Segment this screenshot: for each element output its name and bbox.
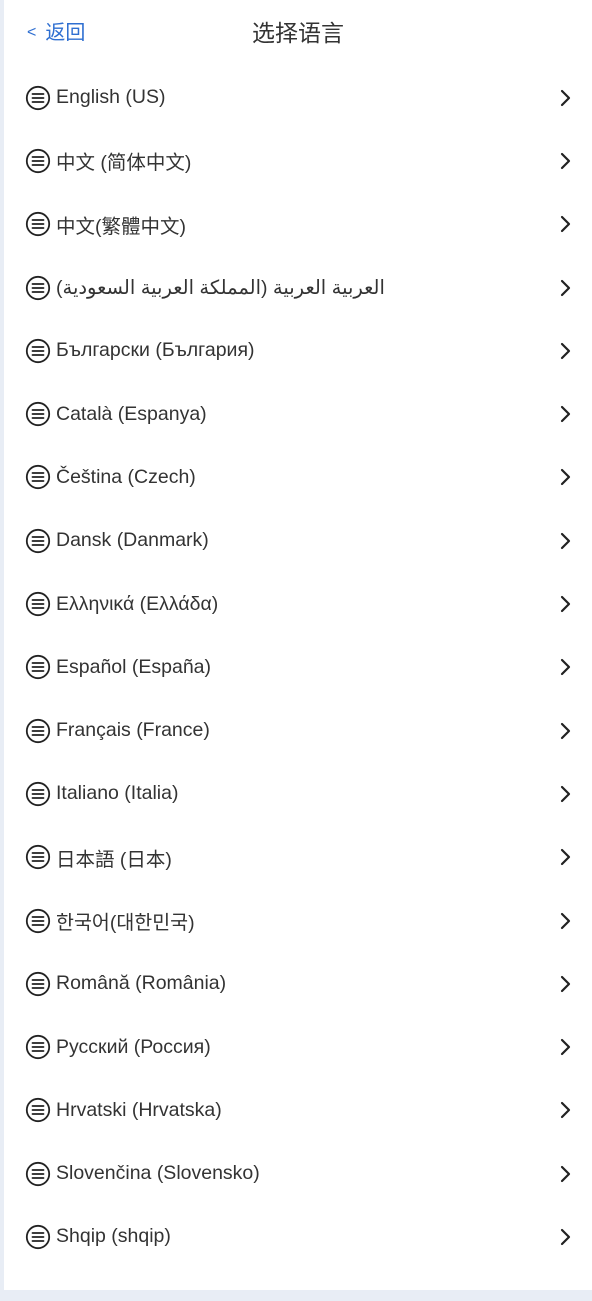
language-item[interactable]: Français (France) (4, 699, 592, 762)
language-label: Hrvatski (Hrvatska) (56, 1098, 222, 1121)
menu-lines-circle-icon (25, 845, 51, 870)
language-label: العربية العربية (المملكة العربية السعودي… (56, 276, 385, 299)
chevron-right-icon (560, 1228, 571, 1246)
language-item[interactable]: 한국어(대한민국) (4, 889, 592, 952)
language-item[interactable]: Ελληνικά (Ελλάδα) (4, 572, 592, 635)
chevron-right-icon (560, 975, 571, 992)
chevron-right-icon (560, 849, 571, 866)
menu-lines-circle-icon (25, 338, 51, 363)
menu-lines-circle-icon (25, 1098, 51, 1123)
language-label: Español (España) (56, 655, 212, 678)
language-item[interactable]: Български (България) (4, 319, 592, 382)
language-list: English (US) 中文 (简体中文) 中文(繁體中文) العربية … (4, 66, 592, 1269)
language-label: 中文 (简体中文) (56, 152, 192, 175)
menu-lines-circle-icon (25, 1161, 51, 1186)
language-label: English (US) (56, 86, 166, 109)
chevron-right-icon (560, 659, 571, 676)
language-label: Русский (Россия) (56, 1035, 211, 1058)
chevron-right-icon (560, 912, 571, 929)
menu-lines-circle-icon (25, 275, 51, 300)
language-label: Dansk (Danmark) (56, 529, 209, 552)
language-item[interactable]: Română (România) (4, 952, 592, 1015)
page-title: 选择语言 (252, 20, 344, 46)
language-item[interactable]: Русский (Россия) (4, 1015, 592, 1078)
menu-lines-circle-icon (25, 971, 51, 996)
chevron-right-icon (560, 785, 571, 803)
menu-lines-circle-icon (25, 212, 51, 237)
language-label: Català (Espanya) (56, 402, 207, 425)
menu-lines-circle-icon (25, 591, 51, 617)
chevron-right-icon (560, 1165, 571, 1182)
chevron-right-icon (560, 279, 571, 296)
language-item[interactable]: 中文(繁體中文) (4, 193, 592, 256)
language-item[interactable]: Shqip (shqip) (4, 1205, 592, 1268)
language-label: Ελληνικά (Ελλάδα) (56, 592, 219, 615)
language-item[interactable]: English (US) (4, 66, 592, 129)
chevron-right-icon (560, 1038, 571, 1056)
chevron-right-icon (560, 342, 571, 359)
chevron-right-icon (560, 406, 571, 423)
menu-lines-circle-icon (25, 908, 51, 933)
menu-lines-circle-icon (25, 1224, 51, 1250)
language-label: 中文(繁體中文) (56, 215, 186, 238)
language-item[interactable]: العربية العربية (المملكة العربية السعودي… (4, 256, 592, 319)
language-item[interactable]: 中文 (简体中文) (4, 129, 592, 192)
chevron-right-icon (560, 469, 571, 486)
language-label: Italiano (Italia) (56, 782, 179, 805)
language-label: Français (France) (56, 719, 210, 742)
header-bar: < 返回 选择语言 (4, 0, 592, 66)
language-item[interactable]: Čeština (Czech) (4, 446, 592, 509)
chevron-right-icon (560, 722, 571, 739)
menu-lines-circle-icon (25, 781, 51, 807)
language-item[interactable]: 日本語 (日本) (4, 826, 592, 889)
language-label: 日本語 (日本) (56, 848, 172, 871)
language-label: Shqip (shqip) (56, 1225, 171, 1248)
language-item[interactable]: Dansk (Danmark) (4, 509, 592, 572)
menu-lines-circle-icon (25, 85, 51, 110)
chevron-right-icon (560, 595, 571, 613)
language-label: Български (България) (56, 339, 255, 362)
menu-lines-circle-icon (25, 1034, 51, 1060)
menu-lines-circle-icon (25, 528, 51, 553)
menu-lines-circle-icon (25, 148, 51, 174)
menu-lines-circle-icon (25, 402, 51, 427)
chevron-right-icon (560, 532, 571, 549)
language-panel: < 返回 选择语言 English (US) 中文 (简体中文) 中文(繁體中文… (4, 0, 592, 1290)
menu-lines-circle-icon (25, 465, 51, 490)
chevron-right-icon (560, 89, 571, 106)
language-label: 한국어(대한민국) (56, 912, 195, 934)
menu-lines-circle-icon (25, 718, 51, 743)
language-item[interactable]: Slovenčina (Slovensko) (4, 1142, 592, 1205)
menu-lines-circle-icon (25, 655, 51, 680)
language-label: Română (România) (56, 972, 227, 995)
language-label: Čeština (Czech) (56, 465, 196, 488)
chevron-right-icon (560, 152, 571, 170)
language-item[interactable]: Hrvatski (Hrvatska) (4, 1079, 592, 1142)
chevron-right-icon (560, 1102, 571, 1119)
language-item[interactable]: Català (Espanya) (4, 382, 592, 445)
language-item[interactable]: Italiano (Italia) (4, 762, 592, 825)
chevron-right-icon (560, 216, 571, 233)
language-item[interactable]: Español (España) (4, 636, 592, 699)
language-label: Slovenčina (Slovensko) (56, 1162, 260, 1185)
